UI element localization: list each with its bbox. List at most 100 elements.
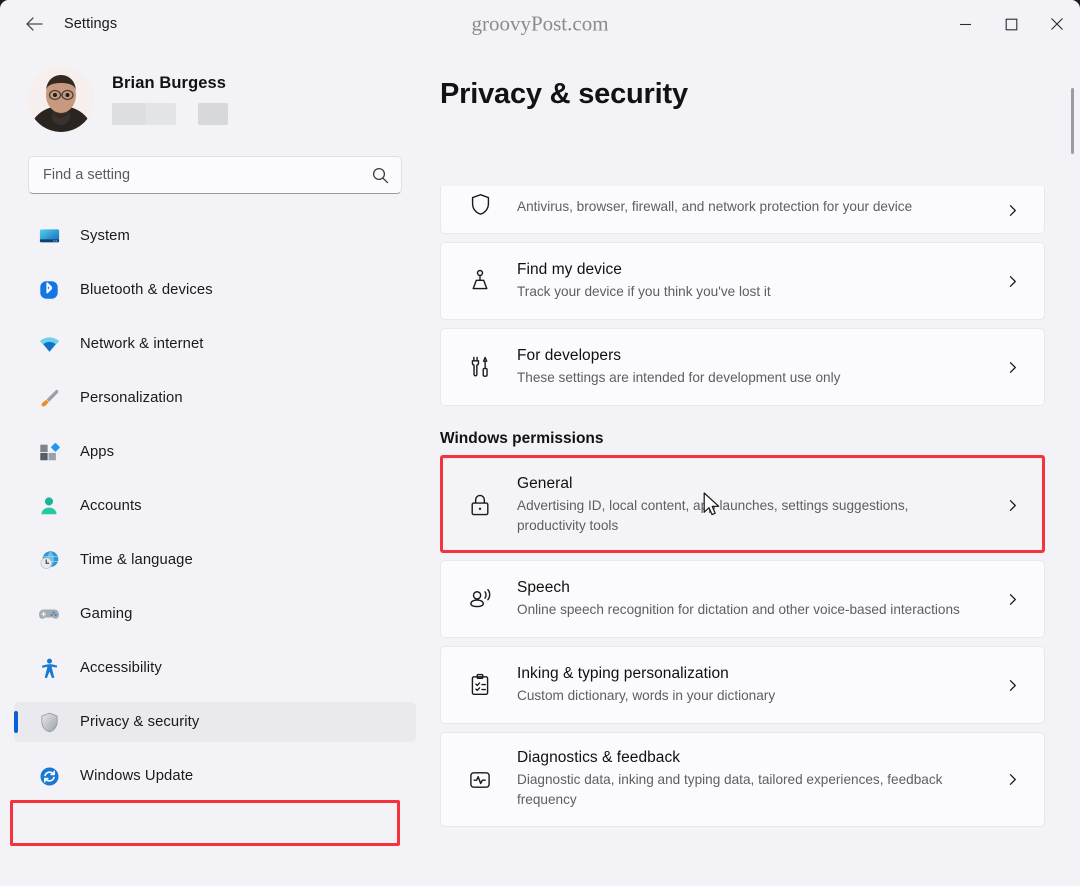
sidebar-item-network-internet[interactable]: Network & internet	[14, 324, 416, 364]
sidebar-item-label: Personalization	[80, 390, 183, 406]
card-diagnostics-feedback[interactable]: Diagnostics & feedback Diagnostic data, …	[440, 732, 1045, 827]
redacted-info	[112, 102, 228, 125]
card-description: Custom dictionary, words in your diction…	[517, 688, 776, 704]
globe-clock-icon	[36, 547, 62, 573]
sidebar-item-gaming[interactable]: Gaming	[14, 594, 416, 634]
settings-cards-scroll-area: Antivirus, browser, firewall, and networ…	[440, 186, 1080, 886]
sidebar-item-accounts[interactable]: Accounts	[14, 486, 416, 526]
clipboard-icon	[463, 672, 497, 698]
sidebar-item-accessibility[interactable]: Accessibility	[14, 648, 416, 688]
card-description: Track your device if you think you've lo…	[517, 283, 771, 299]
sidebar-item-apps[interactable]: Apps	[14, 432, 416, 472]
redacted-block-2	[198, 102, 228, 125]
sidebar-item-system[interactable]: System	[14, 216, 416, 256]
sidebar-item-privacy-security[interactable]: Privacy & security	[14, 702, 416, 742]
sidebar-item-label: Network & internet	[80, 336, 204, 352]
sidebar-item-label: Gaming	[80, 606, 133, 622]
sidebar-item-label: Time & language	[80, 552, 193, 568]
main-content: Privacy & security Antivirus, browser, f…	[430, 48, 1080, 886]
close-icon	[1051, 18, 1063, 30]
wifi-icon	[36, 331, 62, 357]
avatar	[28, 66, 94, 132]
lock-icon	[463, 492, 497, 518]
chevron-right-icon	[998, 773, 1026, 786]
person-icon	[36, 493, 62, 519]
sidebar-item-windows-update[interactable]: Windows Update	[14, 756, 416, 796]
window-body: Brian Burgess Find a setting System Blue…	[0, 48, 1080, 886]
card-title: Diagnostics & feedback	[517, 749, 681, 767]
close-button[interactable]	[1034, 0, 1080, 48]
minimize-button[interactable]	[942, 0, 988, 48]
section-heading-windows-permissions: Windows permissions	[440, 430, 604, 447]
sidebar-item-label: Accessibility	[80, 660, 162, 676]
card-for-developers[interactable]: For developers These settings are intend…	[440, 328, 1045, 406]
card-description: Advertising ID, local content, app launc…	[517, 498, 909, 533]
tools-icon	[463, 354, 497, 380]
back-button[interactable]	[16, 8, 52, 40]
monitor-icon	[36, 223, 62, 249]
gamepad-icon	[36, 601, 62, 627]
back-arrow-icon	[26, 17, 43, 31]
sidebar-item-label: System	[80, 228, 130, 244]
card-title: Speech	[517, 579, 570, 597]
card-description: These settings are intended for developm…	[517, 369, 841, 385]
speech-icon	[463, 586, 497, 612]
card-text: For developers These settings are intend…	[517, 347, 998, 388]
redacted-block-1	[112, 102, 176, 125]
scrollbar-thumb[interactable]	[1071, 88, 1074, 154]
profile-name: Brian Burgess	[112, 73, 227, 92]
card-inking-typing-personalization[interactable]: Inking & typing personalization Custom d…	[440, 646, 1045, 725]
sidebar-item-bluetooth-devices[interactable]: Bluetooth & devices	[14, 270, 416, 310]
card-text: Find my device Track your device if you …	[517, 261, 998, 302]
card-description: Diagnostic data, inking and typing data,…	[517, 772, 943, 808]
card-general[interactable]: General Advertising ID, local content, a…	[440, 458, 1045, 553]
minimize-icon	[959, 23, 971, 25]
chevron-right-icon	[998, 204, 1026, 217]
search-container	[0, 156, 430, 194]
card-text: Speech Online speech recognition for dic…	[517, 579, 998, 620]
maximize-button[interactable]	[988, 0, 1034, 48]
search-box[interactable]	[28, 156, 402, 194]
watermark: groovyPost.com	[471, 11, 609, 36]
avatar-photo-icon	[28, 66, 94, 132]
card-security-at-a-glance[interactable]: Antivirus, browser, firewall, and networ…	[440, 186, 1045, 234]
settings-window: Settings groovyPost.com Brian Burgess Fi…	[0, 0, 1080, 886]
window-controls	[942, 0, 1080, 48]
location-pin-icon	[463, 268, 497, 294]
sidebar-item-label: Windows Update	[80, 768, 194, 784]
chevron-right-icon	[998, 679, 1026, 692]
sidebar-item-label: Privacy & security	[80, 714, 200, 730]
card-text: Antivirus, browser, firewall, and networ…	[517, 197, 998, 217]
sidebar-item-time-language[interactable]: Time & language	[14, 540, 416, 580]
shield-outline-icon	[463, 192, 497, 217]
profile-info: Brian Burgess	[112, 74, 228, 125]
accessibility-icon	[36, 655, 62, 681]
card-text: Diagnostics & feedback Diagnostic data, …	[517, 749, 998, 809]
update-icon	[36, 763, 62, 789]
title-bar: Settings groovyPost.com	[0, 0, 1080, 48]
apps-icon	[36, 439, 62, 465]
shield-icon	[36, 709, 62, 735]
card-title: For developers	[517, 346, 622, 364]
card-title: Inking & typing personalization	[517, 665, 729, 683]
bluetooth-icon	[36, 277, 62, 303]
sidebar-item-personalization[interactable]: Personalization	[14, 378, 416, 418]
sidebar: Brian Burgess Find a setting System Blue…	[0, 48, 430, 886]
user-profile[interactable]: Brian Burgess	[0, 48, 430, 146]
sidebar-item-label: Accounts	[80, 498, 142, 514]
card-description: Antivirus, browser, firewall, and networ…	[517, 199, 913, 215]
search-input[interactable]	[43, 167, 372, 183]
card-description: Online speech recognition for dictation …	[517, 602, 960, 618]
pulse-icon	[463, 767, 497, 793]
scrollbar[interactable]	[1071, 88, 1074, 702]
card-find-my-device[interactable]: Find my device Track your device if you …	[440, 242, 1045, 320]
card-title: Find my device	[517, 260, 622, 278]
search-icon	[372, 167, 389, 183]
sidebar-item-label: Bluetooth & devices	[80, 282, 213, 298]
chevron-right-icon	[998, 275, 1026, 288]
card-text: General Advertising ID, local content, a…	[517, 475, 998, 535]
card-speech[interactable]: Speech Online speech recognition for dic…	[440, 560, 1045, 639]
chevron-right-icon	[998, 361, 1026, 374]
card-text: Inking & typing personalization Custom d…	[517, 665, 998, 706]
sidebar-item-label: Apps	[80, 444, 115, 460]
